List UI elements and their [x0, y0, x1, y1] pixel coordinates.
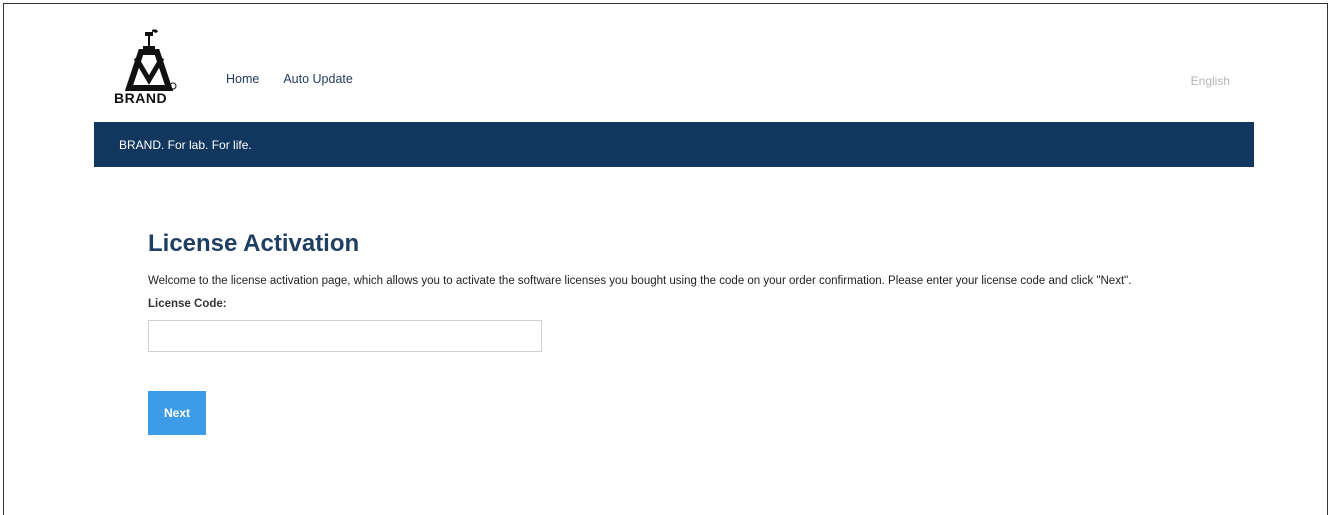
- page-title: License Activation: [148, 230, 360, 257]
- brand-wordmark: BRAND: [114, 90, 168, 106]
- flask-logo-icon: [124, 29, 177, 91]
- language-selector[interactable]: English: [1191, 74, 1230, 88]
- license-activation-section: License Activation Welcome to the licens…: [148, 230, 1208, 435]
- tagline-banner: BRAND. For lab. For life.: [94, 122, 1254, 167]
- nav-home-link[interactable]: Home: [226, 72, 259, 86]
- nav-auto-update-link[interactable]: Auto Update: [283, 72, 353, 86]
- license-code-input[interactable]: [148, 320, 542, 352]
- page-frame: BRAND Home Auto Update English BRAND. Fo…: [3, 3, 1328, 515]
- site-header: BRAND Home Auto Update English: [94, 24, 1254, 114]
- main-nav: Home Auto Update: [226, 72, 377, 86]
- page-description: Welcome to the license activation page, …: [148, 275, 1132, 287]
- next-button[interactable]: Next: [148, 391, 206, 435]
- license-code-label: License Code:: [148, 298, 227, 310]
- tagline-text: BRAND. For lab. For life.: [119, 138, 252, 152]
